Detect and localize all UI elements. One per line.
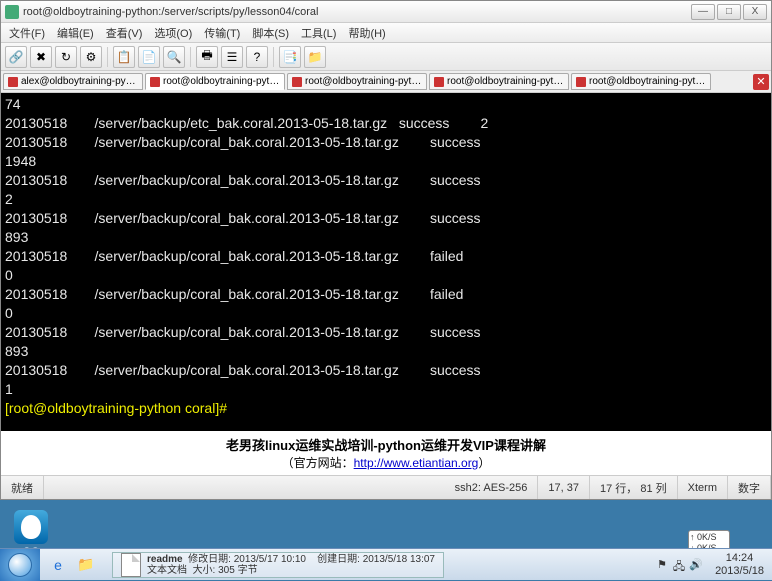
tray-network-icon[interactable]: 🖧 <box>672 558 686 572</box>
quick-launch: e 📁 <box>40 553 104 577</box>
text-file-icon <box>121 553 141 577</box>
terminal-app-window: root@oldboytraining-python:/server/scrip… <box>0 0 772 500</box>
toolbar-separator <box>273 47 274 67</box>
official-site-link[interactable]: http://www.etiantian.org <box>354 456 479 470</box>
close-button[interactable]: X <box>743 4 767 20</box>
clock-date: 2013/5/18 <box>715 565 764 578</box>
tab-icon <box>576 77 586 87</box>
toolbar-connect-icon[interactable]: 🔗 <box>5 46 27 68</box>
menu-tools[interactable]: 工具(L) <box>295 23 342 42</box>
file-created: 2013/5/18 13:07 <box>363 554 435 565</box>
toolbar-options-icon[interactable]: ⚙ <box>80 46 102 68</box>
windows-taskbar: e 📁 readme 修改日期: 2013/5/17 10:10 创建日期: 2… <box>0 548 772 580</box>
statusbar: 就绪 ssh2: AES-256 17, 37 17 行， 81 列 Xterm… <box>1 475 771 499</box>
qq-icon <box>14 510 48 544</box>
taskbar-clock[interactable]: 14:24 2013/5/18 <box>707 552 772 578</box>
tab-label: root@oldboytraining-pytho... <box>447 76 564 87</box>
toolbar-paste-icon[interactable]: 📄 <box>138 46 160 68</box>
menu-view[interactable]: 查看(V) <box>100 23 149 42</box>
titlebar[interactable]: root@oldboytraining-python:/server/scrip… <box>1 1 771 23</box>
tab-icon <box>434 77 444 87</box>
terminal-output[interactable]: 7420130518 /server/backup/etc_bak.coral.… <box>1 93 771 431</box>
tray-flag-icon[interactable]: ⚑ <box>655 558 669 572</box>
tab-label: alex@oldboytraining-pytho... <box>21 76 138 87</box>
maximize-button[interactable]: □ <box>717 4 741 20</box>
menu-script[interactable]: 脚本(S) <box>246 23 295 42</box>
file-modified: 2013/5/17 10:10 <box>234 554 306 565</box>
caption-title: 老男孩linux运维实战培训-python运维开发VIP课程讲解 <box>5 435 767 454</box>
net-upload: ↑ 0K/S <box>690 532 728 543</box>
file-name: readme <box>147 554 183 565</box>
toolbar-disconnect-icon[interactable]: ✖ <box>30 46 52 68</box>
status-numlock: 数字 <box>728 476 771 499</box>
toolbar-help-icon[interactable]: ? <box>246 46 268 68</box>
toolbar-props-icon[interactable]: ☰ <box>221 46 243 68</box>
app-icon <box>5 5 19 19</box>
start-button[interactable] <box>0 549 40 581</box>
tab-close-button[interactable]: ✕ <box>753 74 769 90</box>
toolbar-print-icon[interactable]: 🖶 <box>196 46 218 68</box>
tab-icon <box>150 77 160 87</box>
windows-orb-icon <box>8 553 32 577</box>
session-tab[interactable]: alex@oldboytraining-pytho... <box>3 73 143 90</box>
tab-icon <box>292 77 302 87</box>
session-tab[interactable]: root@oldboytraining-python... <box>571 73 711 90</box>
file-size: 305 字节 <box>218 565 257 576</box>
tab-label: root@oldboytraining-pytho... <box>163 76 280 87</box>
toolbar-copy-icon[interactable]: 📋 <box>113 46 135 68</box>
menu-edit[interactable]: 编辑(E) <box>51 23 100 42</box>
status-term-size: 17 行， 81 列 <box>590 476 678 499</box>
session-tab-active[interactable]: root@oldboytraining-pytho... <box>145 73 285 90</box>
system-tray: ⚑ 🖧 🔊 14:24 2013/5/18 <box>651 549 772 580</box>
window-title: root@oldboytraining-python:/server/scrip… <box>23 6 691 18</box>
tray-volume-icon[interactable]: 🔊 <box>689 558 703 572</box>
session-tabbar: alex@oldboytraining-pytho... root@oldboy… <box>1 71 771 93</box>
file-type: 文本文档 <box>147 565 187 576</box>
tab-label: root@oldboytraining-pytho... <box>305 76 422 87</box>
toolbar-separator <box>107 47 108 67</box>
clock-time: 14:24 <box>715 552 764 565</box>
status-ssh: ssh2: AES-256 <box>445 476 539 499</box>
toolbar-sftp-icon[interactable]: 📁 <box>304 46 326 68</box>
session-tab[interactable]: root@oldboytraining-pytho... <box>287 73 427 90</box>
menu-help[interactable]: 帮助(H) <box>342 23 391 42</box>
toolbar-separator <box>190 47 191 67</box>
minimize-button[interactable]: — <box>691 4 715 20</box>
tab-icon <box>8 77 18 87</box>
status-term-type: Xterm <box>678 476 728 499</box>
menu-transfer[interactable]: 传输(T) <box>198 23 246 42</box>
toolbar-reconnect-icon[interactable]: ↻ <box>55 46 77 68</box>
explorer-icon[interactable]: 📁 <box>74 553 98 577</box>
menu-options[interactable]: 选项(O) <box>148 23 198 42</box>
toolbar-session-icon[interactable]: 📑 <box>279 46 301 68</box>
session-tab[interactable]: root@oldboytraining-pytho... <box>429 73 569 90</box>
ie-icon[interactable]: e <box>46 553 70 577</box>
toolbar: 🔗 ✖ ↻ ⚙ 📋 📄 🔍 🖶 ☰ ? 📑 📁 <box>1 43 771 71</box>
caption-banner: 老男孩linux运维实战培训-python运维开发VIP课程讲解 （官方网站：h… <box>1 431 771 475</box>
menu-file[interactable]: 文件(F) <box>3 23 51 42</box>
shell-prompt: [root@oldboytraining-python coral]# <box>5 400 227 416</box>
status-cursor-pos: 17, 37 <box>538 476 590 499</box>
menubar: 文件(F) 编辑(E) 查看(V) 选项(O) 传输(T) 脚本(S) 工具(L… <box>1 23 771 43</box>
tab-label: root@oldboytraining-python... <box>589 76 706 87</box>
taskbar-file-preview[interactable]: readme 修改日期: 2013/5/17 10:10 创建日期: 2013/… <box>112 552 444 578</box>
toolbar-find-icon[interactable]: 🔍 <box>163 46 185 68</box>
status-ready: 就绪 <box>1 476 44 499</box>
